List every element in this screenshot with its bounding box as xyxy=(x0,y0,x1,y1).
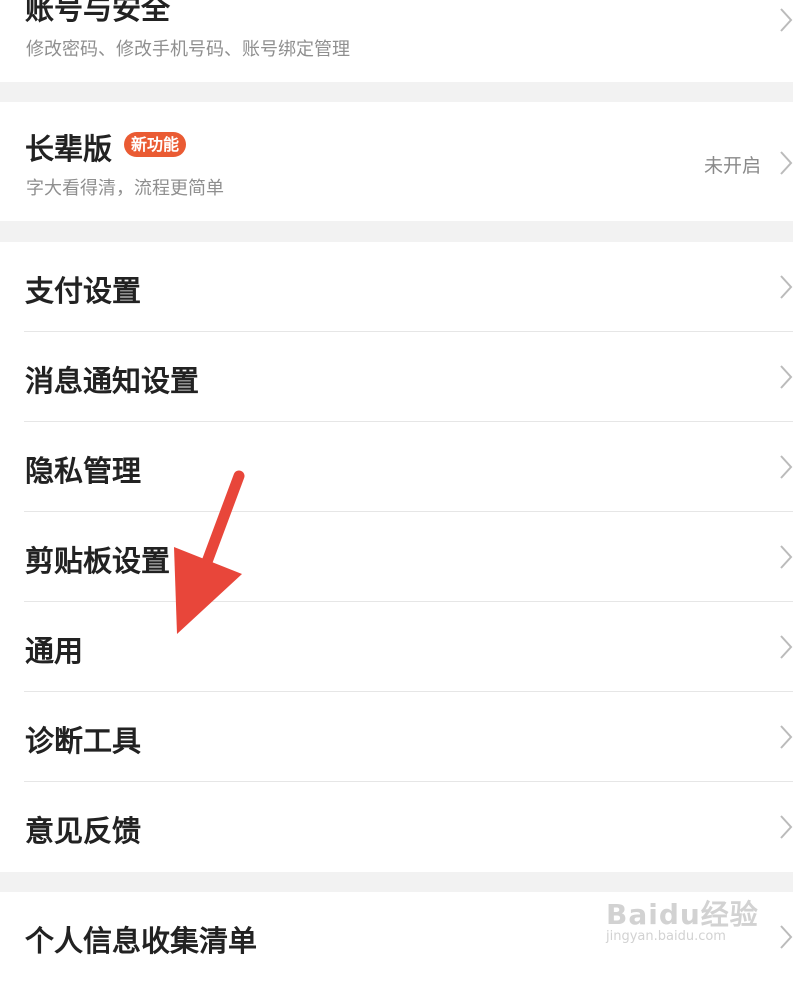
account-security-row[interactable]: 账号与安全 修改密码、修改手机号码、账号绑定管理 xyxy=(0,0,793,82)
chevron-right-icon xyxy=(780,8,793,32)
chevron-right-icon xyxy=(780,545,793,569)
settings-item-diagnostics[interactable]: 诊断工具 xyxy=(0,692,793,782)
account-security-title: 账号与安全 xyxy=(25,0,171,26)
chevron-right-icon xyxy=(780,365,793,389)
settings-item-payment[interactable]: 支付设置 xyxy=(0,242,793,332)
settings-item-clipboard[interactable]: 剪贴板设置 xyxy=(0,512,793,602)
settings-item-label: 意见反馈 xyxy=(25,814,142,848)
settings-item-label: 消息通知设置 xyxy=(25,364,200,398)
elder-mode-section: 长辈版 新功能 字大看得清，流程更简单 未开启 xyxy=(0,102,793,221)
chevron-right-icon xyxy=(780,275,793,299)
elder-mode-status: 未开启 xyxy=(703,155,761,177)
chevron-right-icon xyxy=(780,635,793,659)
elder-mode-title: 长辈版 xyxy=(25,132,113,166)
account-security-subtitle: 修改密码、修改手机号码、账号绑定管理 xyxy=(26,39,350,60)
chevron-right-icon xyxy=(780,815,793,839)
chevron-right-icon xyxy=(780,925,793,949)
settings-item-label: 隐私管理 xyxy=(25,454,142,488)
settings-item-label: 剪贴板设置 xyxy=(25,544,171,578)
settings-item-label: 通用 xyxy=(25,634,84,668)
elder-mode-row[interactable]: 长辈版 新功能 字大看得清，流程更简单 未开启 xyxy=(0,102,793,221)
chevron-right-icon xyxy=(780,455,793,479)
settings-item-privacy[interactable]: 隐私管理 xyxy=(0,422,793,512)
chevron-right-icon xyxy=(780,725,793,749)
chevron-right-icon xyxy=(780,151,793,175)
account-security-section: 账号与安全 修改密码、修改手机号码、账号绑定管理 xyxy=(0,0,793,82)
settings-list-section: 支付设置 消息通知设置 隐私管理 剪贴板设置 通用 诊断工具 意见反馈 xyxy=(0,242,793,872)
settings-item-general[interactable]: 通用 xyxy=(0,602,793,692)
elder-mode-subtitle: 字大看得清，流程更简单 xyxy=(26,178,224,199)
settings-item-label: 诊断工具 xyxy=(25,724,142,758)
personal-info-label: 个人信息收集清单 xyxy=(25,924,258,958)
personal-info-row[interactable]: 个人信息收集清单 xyxy=(0,892,793,981)
settings-item-label: 支付设置 xyxy=(25,274,142,308)
new-feature-badge: 新功能 xyxy=(124,132,187,157)
personal-info-section: 个人信息收集清单 xyxy=(0,892,793,981)
settings-item-notifications[interactable]: 消息通知设置 xyxy=(0,332,793,422)
settings-item-feedback[interactable]: 意见反馈 xyxy=(0,782,793,872)
